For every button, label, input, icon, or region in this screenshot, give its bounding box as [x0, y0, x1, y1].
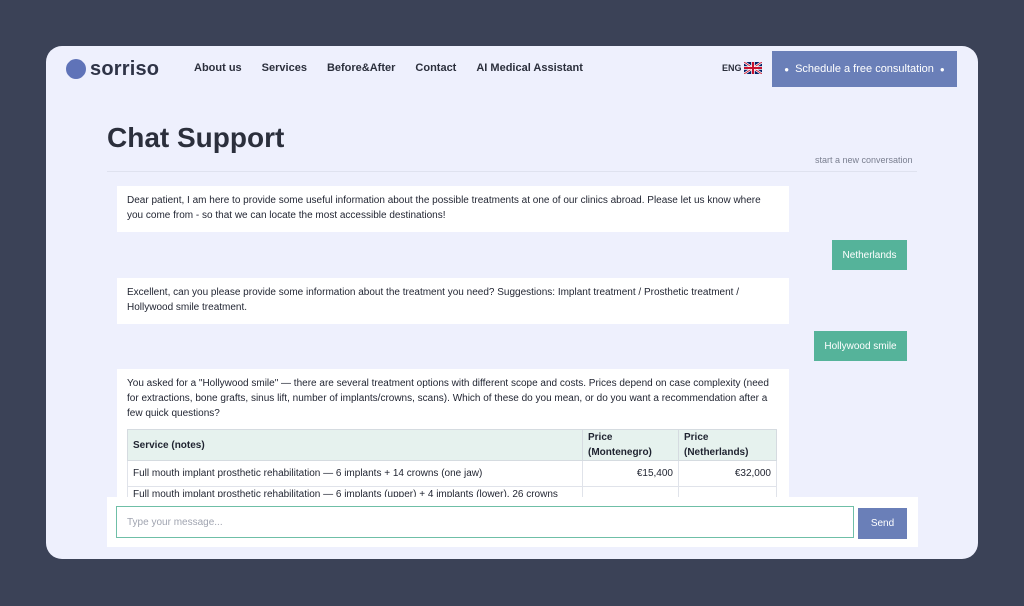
nav-before-after[interactable]: Before&After: [327, 62, 395, 74]
column-header: Service (notes): [127, 429, 583, 461]
language-switcher[interactable]: ENG: [722, 62, 762, 74]
brand-name: sorriso: [90, 57, 160, 80]
bullet-icon: ●: [939, 64, 945, 74]
message-input[interactable]: [116, 506, 854, 538]
message-composer: Send: [107, 497, 918, 547]
bot-message-text: You asked for a "Hollywood smile" — ther…: [127, 378, 769, 419]
table-cell: €15,400: [582, 460, 679, 487]
table-cell: Full mouth implant prosthetic rehabilita…: [127, 460, 583, 487]
table-cell: €32,000: [678, 460, 777, 487]
logo-icon: [66, 59, 86, 79]
column-header: Price (Montenegro): [582, 429, 679, 461]
user-message: Netherlands: [832, 240, 907, 270]
app-window: sorriso About us Services Before&After C…: [46, 46, 978, 559]
uk-flag-icon: [743, 62, 762, 74]
bot-message: Excellent, can you please provide some i…: [117, 278, 789, 324]
divider: [107, 171, 917, 172]
nav-services[interactable]: Services: [262, 62, 307, 74]
bullet-icon: ●: [784, 64, 790, 74]
schedule-consultation-button[interactable]: ● Schedule a free consultation ●: [772, 51, 957, 87]
bot-message-with-table: You asked for a "Hollywood smile" — ther…: [117, 369, 789, 509]
nav-ai-medical-assistant[interactable]: AI Medical Assistant: [476, 62, 583, 74]
page-title: Chat Support: [107, 122, 285, 153]
brand-logo[interactable]: sorriso: [66, 56, 159, 82]
table-row: Full mouth implant prosthetic rehabilita…: [127, 460, 777, 487]
bot-message: Dear patient, I am here to provide some …: [117, 186, 789, 232]
table-header-row: Service (notes) Price (Montenegro) Price…: [127, 429, 777, 461]
main-nav: About us Services Before&After Contact A…: [194, 62, 603, 74]
language-code: ENG: [722, 63, 742, 73]
new-conversation-link[interactable]: start a new conversation: [815, 155, 913, 165]
nav-contact[interactable]: Contact: [415, 62, 456, 74]
cta-label: Schedule a free consultation: [795, 63, 934, 75]
nav-about-us[interactable]: About us: [194, 62, 242, 74]
send-button[interactable]: Send: [858, 508, 907, 539]
user-message: Hollywood smile: [814, 331, 907, 361]
column-header: Price (Netherlands): [678, 429, 777, 461]
